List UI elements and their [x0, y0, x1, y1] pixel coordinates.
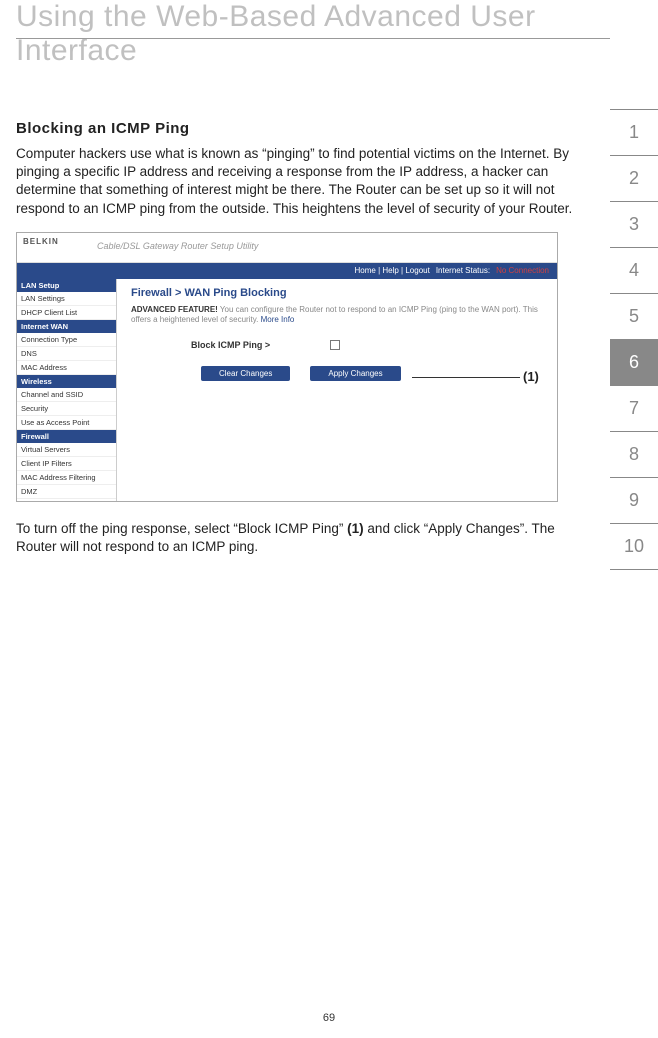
ss-main: Firewall > WAN Ping Blocking ADVANCED FE…	[117, 279, 557, 501]
side-item[interactable]: Client IP Filters	[17, 457, 116, 471]
tab-1[interactable]: 1	[610, 109, 658, 156]
tab-10[interactable]: 10	[610, 523, 658, 570]
side-item[interactable]: Use as Access Point	[17, 416, 116, 430]
page-number: 69	[323, 1012, 335, 1024]
block-ping-checkbox[interactable]	[330, 340, 340, 350]
tab-9[interactable]: 9	[610, 477, 658, 524]
side-item[interactable]: MAC Address	[17, 361, 116, 375]
tab-2[interactable]: 2	[610, 155, 658, 202]
tab-7[interactable]: 7	[610, 385, 658, 432]
tab-5[interactable]: 5	[610, 293, 658, 340]
side-item[interactable]: DMZ	[17, 485, 116, 499]
breadcrumb: Firewall > WAN Ping Blocking	[131, 287, 543, 299]
followup-bold: (1)	[347, 521, 364, 536]
status-label: Internet Status:	[436, 266, 490, 275]
utility-title: Cable/DSL Gateway Router Setup Utility	[97, 241, 258, 251]
side-item[interactable]: Channel and SSID	[17, 388, 116, 402]
side-head-wan: Internet WAN	[17, 320, 116, 333]
title-rule	[16, 38, 610, 39]
side-item[interactable]: Connection Type	[17, 333, 116, 347]
tab-8[interactable]: 8	[610, 431, 658, 478]
block-ping-label: Block ICMP Ping >	[191, 340, 270, 350]
side-item-active[interactable]: WAN Ping Blocking	[17, 499, 116, 502]
ss-sidebar: LAN Setup LAN Settings DHCP Client List …	[17, 279, 117, 501]
tab-4[interactable]: 4	[610, 247, 658, 294]
side-item[interactable]: LAN Settings	[17, 292, 116, 306]
section-paragraph: Computer hackers use what is known as “p…	[16, 145, 576, 218]
side-item[interactable]: DHCP Client List	[17, 306, 116, 320]
button-row: Clear Changes Apply Changes	[201, 366, 543, 381]
side-item[interactable]: DNS	[17, 347, 116, 361]
section-tabs: 1 2 3 4 5 6 7 8 9 10	[610, 110, 658, 570]
apply-changes-button[interactable]: Apply Changes	[310, 366, 400, 381]
tab-6[interactable]: 6	[610, 339, 658, 386]
clear-changes-button[interactable]: Clear Changes	[201, 366, 290, 381]
ss-titlebar: BELKIN Cable/DSL Gateway Router Setup Ut…	[17, 233, 557, 263]
side-item[interactable]: Virtual Servers	[17, 443, 116, 457]
status-value: No Connection	[496, 266, 549, 275]
side-item[interactable]: MAC Address Filtering	[17, 471, 116, 485]
side-item[interactable]: Security	[17, 402, 116, 416]
side-head-lan: LAN Setup	[17, 279, 116, 292]
belkin-logo: BELKIN	[23, 237, 59, 246]
router-ui-screenshot: BELKIN Cable/DSL Gateway Router Setup Ut…	[16, 232, 558, 502]
adv-label: ADVANCED FEATURE!	[131, 305, 218, 314]
followup-paragraph: To turn off the ping response, select “B…	[16, 520, 576, 556]
content-area: Blocking an ICMP Ping Computer hackers u…	[16, 120, 576, 570]
callout-1: (1)	[523, 369, 539, 384]
block-ping-row: Block ICMP Ping >	[191, 340, 543, 350]
advanced-feature-text: ADVANCED FEATURE! You can configure the …	[131, 305, 543, 326]
side-head-firewall: Firewall	[17, 430, 116, 443]
topbar-links[interactable]: Home | Help | Logout	[355, 266, 430, 275]
followup-prefix: To turn off the ping response, select “B…	[16, 521, 347, 536]
page-title: Using the Web-Based Advanced User Interf…	[16, 0, 658, 68]
more-info-link[interactable]: More Info	[261, 315, 295, 324]
callout-line	[412, 377, 520, 378]
section-heading: Blocking an ICMP Ping	[16, 120, 576, 137]
tab-3[interactable]: 3	[610, 201, 658, 248]
ss-topbar: Home | Help | Logout Internet Status: No…	[17, 263, 557, 279]
side-head-wireless: Wireless	[17, 375, 116, 388]
